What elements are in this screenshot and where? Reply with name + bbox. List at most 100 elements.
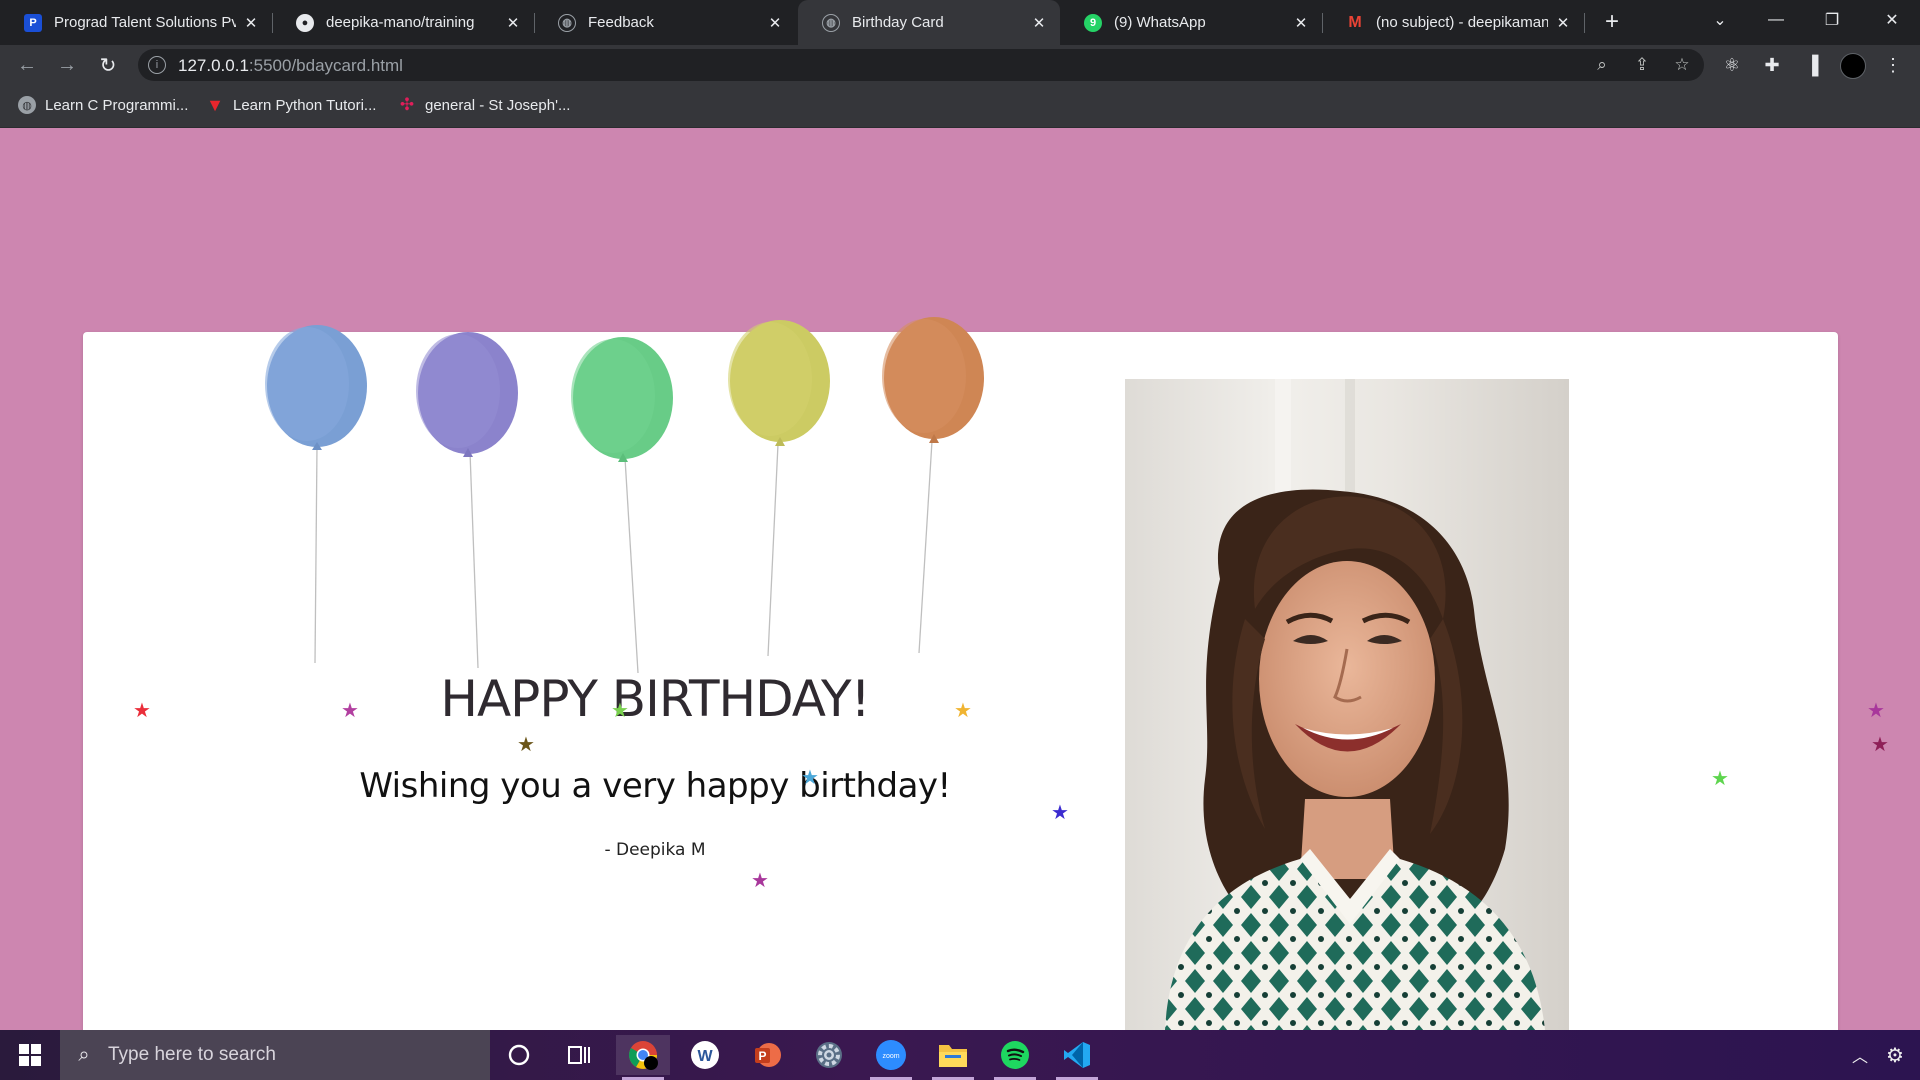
forward-button[interactable]: → <box>52 50 82 80</box>
new-tab-button[interactable]: + <box>1598 8 1626 36</box>
star-icon: ★ <box>751 870 769 892</box>
close-icon[interactable]: ✕ <box>1554 14 1572 32</box>
tab-gmail[interactable]: M (no subject) - deepikamanc ✕ <box>1322 0 1584 45</box>
tab-github[interactable]: ● deepika-mano/training ✕ <box>272 0 534 45</box>
windows-icon <box>19 1044 41 1066</box>
slack-icon: ✣ <box>399 95 415 114</box>
tab-birthday-card[interactable]: ◍ Birthday Card ✕ <box>798 0 1060 45</box>
bookmark-v-icon: ▼ <box>206 94 224 115</box>
star-icon: ★ <box>133 700 151 722</box>
close-icon[interactable]: ✕ <box>242 14 260 32</box>
tab-separator <box>1584 13 1585 33</box>
portrait-photo <box>1125 379 1569 1030</box>
portrait-image <box>1125 379 1569 1030</box>
taskbar: ⌕ Type here to search W P zoom ︿ ⚙ <box>0 1030 1920 1080</box>
star-icon: ★ <box>954 700 972 722</box>
balloon <box>728 320 830 657</box>
star-icon: ★ <box>1871 734 1889 756</box>
star-icon: ★ <box>801 767 819 789</box>
search-placeholder: Type here to search <box>108 1044 276 1065</box>
profile-avatar[interactable] <box>1840 53 1866 79</box>
back-button[interactable]: ← <box>12 50 42 80</box>
close-icon[interactable]: ✕ <box>504 14 522 32</box>
balloons <box>265 317 984 674</box>
bookmark-learn-c[interactable]: ◍ Learn C Programmi... <box>18 96 188 114</box>
gmail-icon: M <box>1348 13 1362 31</box>
side-panel-icon[interactable]: ▐ <box>1801 54 1823 76</box>
settings-icon[interactable] <box>802 1035 856 1075</box>
search-icon: ⌕ <box>78 1043 90 1066</box>
bookmarks-bar: ◍ Learn C Programmi... ▼ Learn Python Tu… <box>0 85 1920 128</box>
close-icon[interactable]: ✕ <box>1292 14 1310 32</box>
headline: HAPPY BIRTHDAY! <box>440 670 870 728</box>
star-icon: ★ <box>341 700 359 722</box>
tab-prograd[interactable]: P Prograd Talent Solutions Pv ✕ <box>0 0 272 45</box>
balloon <box>571 337 673 674</box>
zoom-icon[interactable]: zoom <box>864 1035 918 1080</box>
site-info-icon[interactable]: i <box>148 56 166 74</box>
whatsapp-icon: 9 <box>1084 13 1102 32</box>
tab-title: Prograd Talent Solutions Pv <box>54 14 236 31</box>
prograd-icon: P <box>24 13 42 32</box>
react-devtools-icon[interactable]: ⚛ <box>1721 54 1743 76</box>
tab-feedback[interactable]: ◍ Feedback ✕ <box>534 0 796 45</box>
bookmark-label: Learn C Programmi... <box>45 96 189 114</box>
bookmark-label: general - St Joseph'... <box>425 96 571 114</box>
extensions-icon[interactable]: ✚ <box>1761 54 1783 76</box>
page-viewport: HAPPY BIRTHDAY! Wishing you a very happy… <box>0 128 1920 1030</box>
svg-text:zoom: zoom <box>882 1053 899 1060</box>
share-icon[interactable]: ⇪ <box>1631 54 1653 76</box>
tab-whatsapp[interactable]: 9 (9) WhatsApp ✕ <box>1060 0 1322 45</box>
star-icon: ★ <box>1711 768 1729 790</box>
tray-chevron-icon[interactable]: ︿ <box>1848 1030 1872 1080</box>
signature: - Deepika M <box>604 840 706 860</box>
task-view-icon[interactable] <box>552 1035 606 1075</box>
balloon <box>416 332 518 669</box>
bookmark-label: Learn Python Tutori... <box>233 96 377 114</box>
svg-text:P: P <box>758 1049 766 1063</box>
globe-icon: ◍ <box>558 13 576 32</box>
tab-search-chevron-icon[interactable]: ⌄ <box>1692 0 1748 40</box>
spotify-icon[interactable] <box>988 1035 1042 1080</box>
browser-toolbar: ← → ↻ i 127.0.0.1:5500/bdaycard.html ⌕ ⇪… <box>0 45 1920 85</box>
reload-button[interactable]: ↻ <box>93 50 123 80</box>
star-icon: ★ <box>1051 802 1069 824</box>
svg-text:W: W <box>697 1048 713 1065</box>
bookmark-slack-general[interactable]: ✣ general - St Joseph'... <box>398 95 571 114</box>
github-icon: ● <box>296 13 314 32</box>
url-host: 127.0.0.1 <box>178 56 249 75</box>
tab-title: deepika-mano/training <box>326 14 475 31</box>
menu-icon[interactable]: ⋮ <box>1882 54 1904 76</box>
taskbar-search[interactable]: ⌕ Type here to search <box>60 1030 490 1080</box>
address-url[interactable]: 127.0.0.1:5500/bdaycard.html <box>178 56 403 76</box>
minimize-button[interactable]: — <box>1748 0 1804 40</box>
star-icon: ★ <box>611 700 629 722</box>
close-icon[interactable]: ✕ <box>1030 14 1048 32</box>
word-icon[interactable]: W <box>678 1035 732 1075</box>
tab-title: (9) WhatsApp <box>1114 14 1206 31</box>
restore-button[interactable]: ❐ <box>1804 0 1860 40</box>
globe-icon: ◍ <box>822 13 840 32</box>
wish-text: Wishing you a very happy birthday! <box>359 766 951 806</box>
close-icon[interactable]: ✕ <box>766 14 784 32</box>
bookmark-star-icon[interactable]: ☆ <box>1671 54 1693 76</box>
vscode-icon[interactable] <box>1050 1035 1104 1080</box>
tab-title: Birthday Card <box>852 14 944 31</box>
bookmark-learn-python[interactable]: ▼ Learn Python Tutori... <box>206 94 377 115</box>
star-icon: ★ <box>1867 700 1885 722</box>
balloon <box>265 325 367 664</box>
tab-title: (no subject) - deepikamanc <box>1376 14 1548 31</box>
close-window-button[interactable]: ✕ <box>1864 0 1920 40</box>
settings-gear-icon[interactable]: ⚙ <box>1880 1030 1910 1080</box>
start-button[interactable] <box>0 1030 60 1080</box>
tab-title: Feedback <box>588 14 654 31</box>
globe-icon: ◍ <box>18 96 36 114</box>
cortana-icon[interactable] <box>492 1035 546 1075</box>
chrome-icon[interactable] <box>616 1035 670 1080</box>
zoom-icon[interactable]: ⌕ <box>1591 54 1613 76</box>
star-icon: ★ <box>517 734 535 756</box>
address-bar[interactable]: i 127.0.0.1:5500/bdaycard.html ⌕ ⇪ ☆ <box>138 49 1704 81</box>
balloon <box>882 317 984 654</box>
file-explorer-icon[interactable] <box>926 1035 980 1080</box>
powerpoint-icon[interactable]: P <box>740 1035 794 1075</box>
